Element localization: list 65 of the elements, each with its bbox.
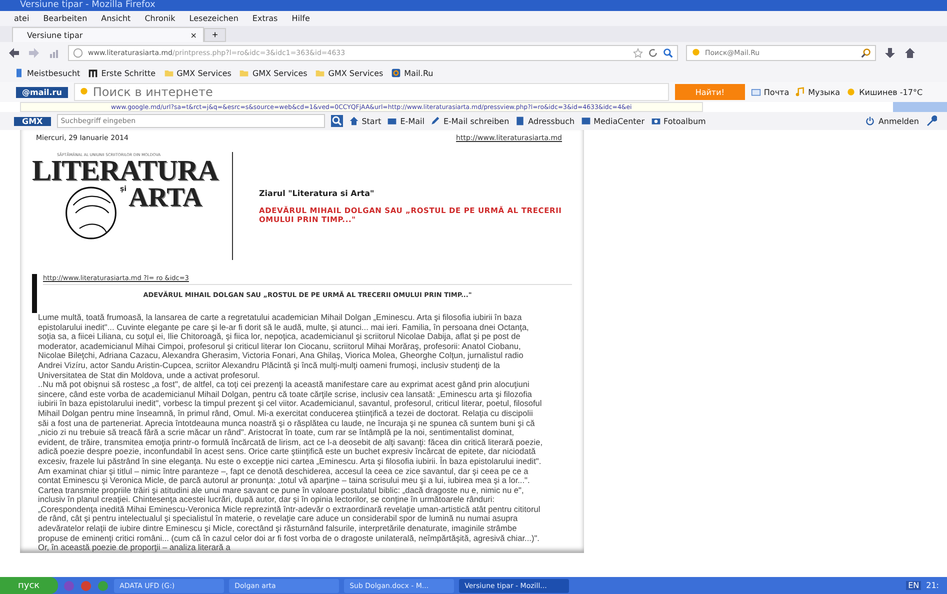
envelope-icon <box>750 87 761 97</box>
back-icon[interactable] <box>8 47 20 59</box>
menu-item[interactable]: Bearbeiten <box>43 14 88 23</box>
bookmark[interactable]: Mail.Ru <box>391 68 434 78</box>
article-paragraph: ..Nu mă pot obişnui să rostesc „a fost", de altfel, ca toţi cei prezenţi la această manifestare care au exprimat acest gând prin alocuţiuni sincere, când este vorba de academicianul Mihail Dolgan, pentru că toate cărţile scrise, inclusiv cea lansată: „Eminescu arta şi filozofia iubirii în baza epistolarului inedit", vorbesc la timpul prezent şi cel viitor. Academicianul, savantul, profesorul, criticul literar, poetul, filosoful Mihail Dolgan pentru mine înseamnă, în primul rând, Omul. Mi-a exercitat conducerea ştiinţifică a tezei de doctorat. Relaţia cu discipolii săi a fost una de parteneriat. Aprecia întotdeauna munca noastră şi o răsplătea cu laude, ne încuraja şi ne spunea că suntem buni şi că „nicio zi nu trebuie să treacă fără a scrie măcar un rând". Aristocrat în toate, cum rar se întâmplă pe la noi, sentimentalist dominat, evident, de trăire, transmitea emoţia printr-o formulă încărcată de lirism, act ce l-a deosebit de alţi savanţi: făcea din critică literară poezie, adică poezie despre poezie, inconfundabil în acest sens. Orice carte ştiinţifică este un buchet expresiv încărcat de epitete, dar niciodată excesiv, frazele lui păstrând în sine eleganţa. Nu este o excepţie nici cartea „Eminescu. Arta şi filosofia iubirii. În baza epistolarului inedit". Am examinat chiar şi titlul – nimic între paranteze –, fapt ce denotă deschiderea, accesul la ceea ce zice savantul, dar şi ceea pe ce a contat Eminescu şi Veronica Micle, de parcă autorul ar pronunţa: „totul vă aparţine – taina scrisului meu şi a lui, iubirea mea şi a lor...". <box>38 380 543 486</box>
toolbar-button[interactable]: MediaCenter <box>580 116 645 126</box>
login-button[interactable]: Anmelden <box>865 116 919 126</box>
web-search-input[interactable]: Поиск в интернете <box>92 85 664 99</box>
globe-icon <box>73 48 83 58</box>
new-tab-button[interactable]: + <box>204 28 226 42</box>
toolbar-button[interactable]: Start <box>348 116 382 126</box>
menu-item[interactable]: Chronik <box>144 14 176 23</box>
mailru-logo[interactable]: @mail.ru <box>16 86 68 98</box>
m-logo-icon <box>88 68 98 78</box>
bookmark[interactable]: GMX Services <box>164 68 232 78</box>
signal-icon <box>48 47 60 59</box>
menu-item[interactable]: Hilfe <box>292 14 310 23</box>
page-icon <box>14 68 24 78</box>
logo-title: LITERATURA <box>32 157 218 185</box>
folder-icon <box>164 68 174 78</box>
window-title: Versiune tipar - Mozilla Firefox <box>20 0 156 10</box>
newspaper-name: Ziarul "Literatura si Arta" <box>259 188 376 198</box>
toolbar-button[interactable]: Adressbuch <box>515 116 575 126</box>
download-icon[interactable] <box>884 47 896 59</box>
toolbar-link[interactable]: Кишинев -17°C <box>846 87 923 97</box>
camera-icon <box>650 116 661 126</box>
at-sign-icon <box>391 68 402 78</box>
search-icon[interactable] <box>330 115 343 127</box>
reload-icon[interactable] <box>648 48 658 58</box>
browser-tab[interactable]: Versiune tipar × <box>12 27 204 42</box>
home-icon <box>348 116 359 126</box>
bookmark[interactable]: GMX Services <box>315 68 384 78</box>
search-icon[interactable] <box>663 48 673 58</box>
toolbar-button[interactable]: E-Mail <box>387 116 424 126</box>
menu-item[interactable]: atei <box>14 14 30 23</box>
star-icon[interactable] <box>633 48 643 58</box>
toolbar-button[interactable]: Fotoalbum <box>650 116 706 126</box>
search-icon[interactable] <box>861 48 871 58</box>
article-paragraph: Cartea transmite propriile trăiri şi atitudini ale unui mare savant ce pune în valoare postulatul biblic: „dacă dragoste nu e, nimic nu e", inclusiv în planul creaţiei. Chintesenţa acestei lucrări, după autor, dar şi în opinia lectorilor, se conţine în următoarele rânduri: „Corespondenţa inedită Mihai Eminescu-Veronica Micle reprezintă într-adevăr o extraordinară revelaţie uman-artistică atât pentru cititorul de rând, cât şi pentru intelectualul şi specialistul în materie, o revelaţie care aduce un considerabil spor de lumină nu numai asupra adevăratelor relaţii de iubire dintre Eminescu şi Micle, corectând şi răsturnând falsurile, interpretările denaturate, imaginile strâmbe propuse de eminenţi critici români... (cum că în cazul celor doi ar fi fost vorba de o dragoste unilaterală, neîmpărtăşită, agresivă chiar...)". Or, în această poezie de proporţii – analiza literară a <box>38 486 542 553</box>
clock: 21: <box>926 581 939 590</box>
toolbar-panel <box>892 102 947 112</box>
menu-item[interactable]: Extras <box>252 14 278 23</box>
folder-icon <box>239 68 250 78</box>
sun-icon <box>846 87 856 97</box>
home-icon[interactable] <box>904 47 916 59</box>
power-icon <box>865 116 876 126</box>
language-indicator[interactable]: EN <box>906 581 922 590</box>
music-note-icon <box>795 87 806 97</box>
pencil-icon <box>430 116 440 126</box>
bookmark[interactable]: Meistbesucht <box>14 68 80 78</box>
bookmark[interactable]: GMX Services <box>239 68 308 78</box>
gmx-logo[interactable]: GMX <box>14 116 51 126</box>
toolbar-link[interactable]: Почта <box>750 87 790 97</box>
web-search-field[interactable]: Поиск в интернете <box>74 83 669 101</box>
article-paragraph: Lume multă, toată frumoasă, la lansarea de carte a regretatului academician Mihail Dolgan „Eminescu. Arta şi filosofia iubirii în baza epistolarului inedit"... Cuvinte elegante pe care şi le-ar fi dorit să le audă, multe, şi atunci... mai ieri. Familia, în persoana dnei Octanţa, soţia sa, a fiicei Liliana, cu soţul ei, Ilie Chitoroagă, şi fiica lor, nepoţica, academicianul şi scriitorul Nicolae Dabija, aflat şi pe post de moderator, academicianul Mihai Cimpoi, profesorul şi criticul literar Ion Ciocanu, scriitorul Mihai Morăraş, profesorii: Anatol Ciobanu, Nicolae Bileţchi, Adriana Cazacu, Alexandra Gherasim, Victoria Fonari, Ana Ghilaş, Viorica Molea, Gheorghe Colţun, jurnalistul radio Andrei Vizíru, actor Sandu Aristin-Cupcea, scriitor Alexandru Plăcintă şi încă mulţi-mulţi oameni frumoşi, inclusiv studenţi de la Universitatea de Stat din Moldova, unde a activat profesorul. <box>38 313 530 380</box>
menu-item[interactable]: Lesezeichen <box>189 14 238 23</box>
menu-item[interactable]: Ansicht <box>101 14 131 23</box>
wrench-icon[interactable] <box>925 115 937 127</box>
bookmark[interactable]: Erste Schritte <box>88 68 156 78</box>
folder-icon <box>315 68 326 78</box>
logo-title: ARTA <box>128 185 202 209</box>
emblem-drawing <box>64 185 118 241</box>
toolbar-button[interactable]: E-Mail schreiben <box>430 116 510 126</box>
envelope-icon <box>387 116 398 126</box>
toolbar-link[interactable]: Музыка <box>795 87 840 97</box>
